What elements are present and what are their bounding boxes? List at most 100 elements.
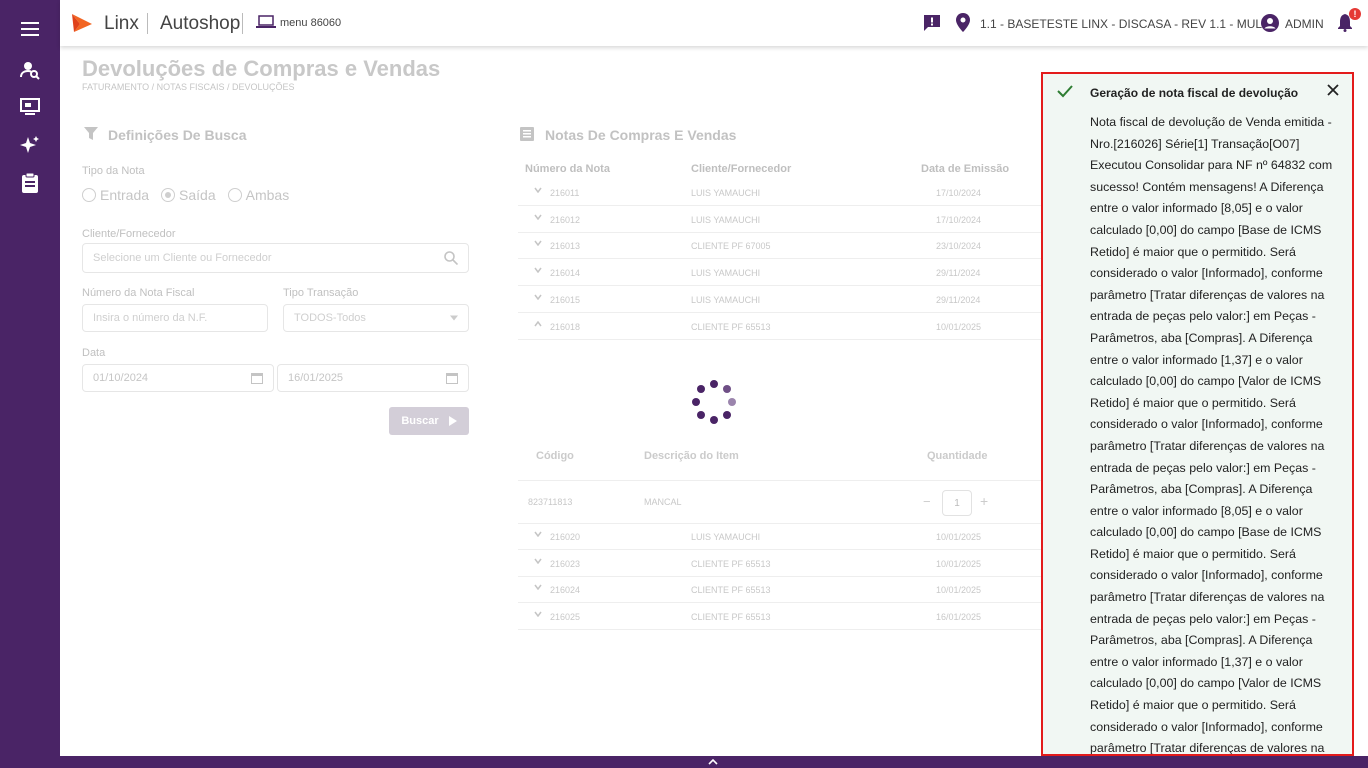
row-cliente: LUIS YAMAUCHI (691, 268, 761, 279)
row-numero: 216018 (550, 321, 581, 332)
row-data: 16/01/2025 (936, 612, 982, 623)
row-numero: 216012 (550, 214, 581, 225)
linx-logo-icon (72, 14, 92, 32)
chevron-down-icon[interactable] (534, 294, 542, 300)
table-row[interactable]: 216023 CLIENTE PF 65513 10/01/2025 (518, 550, 1058, 577)
chevron-down-icon[interactable] (534, 558, 542, 564)
search-icon[interactable] (444, 251, 458, 265)
chevron-down-icon[interactable] (534, 267, 542, 274)
user-search-icon[interactable] (18, 58, 42, 82)
table-row[interactable]: 216011 LUIS YAMAUCHI 17/10/2024 (518, 179, 1058, 206)
table-row[interactable]: 216020 LUIS YAMAUCHI 10/01/2025 (518, 523, 1058, 550)
chevron-up-icon[interactable] (708, 759, 718, 765)
chevron-down-icon[interactable] (534, 214, 542, 220)
row-data: 10/01/2025 (936, 558, 982, 569)
row-cliente: LUIS YAMAUCHI (691, 532, 761, 542)
numero-nota-input[interactable]: Insira o número da N.F. (82, 304, 268, 332)
table-row[interactable]: 216018 CLIENTE PF 65513 10/01/2025 (518, 313, 1058, 340)
table-row[interactable]: 216015 LUIS YAMAUCHI 29/11/2024 (518, 286, 1058, 313)
calendar-icon[interactable] (251, 372, 263, 384)
clipboard-icon[interactable] (18, 171, 42, 195)
sidebar (0, 0, 60, 768)
user-avatar-icon[interactable] (1261, 14, 1279, 32)
user-name[interactable]: ADMIN (1285, 17, 1324, 31)
check-icon (1057, 85, 1073, 98)
table-row[interactable]: 216013 CLIENTE PF 67005 23/10/2024 (518, 232, 1058, 260)
row-data: 10/01/2025 (936, 585, 982, 596)
tipo-transacao-label: Tipo Transação (283, 287, 359, 299)
row-numero: 216011 (550, 188, 580, 198)
table-row[interactable]: 216012 LUIS YAMAUCHI 17/10/2024 (518, 206, 1058, 233)
row-cliente: CLIENTE PF 67005 (691, 241, 771, 252)
row-cliente: LUIS YAMAUCHI (691, 188, 761, 198)
radio-ambas[interactable]: Ambas (227, 187, 289, 203)
notification-badge: ! (1349, 8, 1361, 20)
item-col-descricao: Descrição do Item (644, 450, 739, 462)
buscar-button[interactable]: Buscar (389, 407, 469, 435)
minus-icon[interactable]: − (923, 494, 931, 509)
row-cliente: LUIS YAMAUCHI (691, 214, 761, 225)
cliente-input[interactable]: Selecione um Cliente ou Fornecedor (82, 243, 469, 273)
tipo-transacao-select[interactable]: TODOS-Todos (283, 304, 469, 332)
chevron-down-icon[interactable] (534, 531, 542, 537)
item-col-quantidade: Quantidade (927, 450, 988, 462)
row-data: 17/10/2024 (936, 188, 982, 198)
row-data: 23/10/2024 (936, 241, 982, 252)
laptop-icon (256, 15, 276, 28)
cliente-label: Cliente/Fornecedor (82, 228, 176, 240)
table-row[interactable]: 216014 LUIS YAMAUCHI 29/11/2024 (518, 259, 1058, 287)
chevron-down-icon (450, 315, 458, 321)
row-numero: 216025 (550, 612, 581, 623)
row-cliente: CLIENTE PF 65513 (691, 585, 771, 596)
chevron-down-icon[interactable] (534, 187, 542, 193)
item-col-codigo: Código (536, 450, 574, 462)
date-from-input[interactable]: 01/10/2024 (82, 364, 274, 392)
close-icon[interactable] (1325, 82, 1341, 98)
toast-title: Geração de nota fiscal de devolução (1090, 86, 1299, 100)
row-numero: 216013 (550, 241, 581, 252)
monitor-icon[interactable] (18, 95, 42, 119)
row-data: 29/11/2024 (936, 294, 981, 305)
row-data: 10/01/2025 (936, 321, 982, 332)
bottom-bar (60, 756, 1368, 768)
row-numero: 216020 (550, 532, 581, 542)
loading-spinner-icon (692, 380, 736, 424)
row-data: 10/01/2025 (936, 532, 982, 542)
date-to-input[interactable]: 16/01/2025 (277, 364, 469, 392)
breadcrumb: FATURAMENTO / NOTAS FISCAIS / DEVOLUÇÕES (82, 82, 295, 92)
data-label: Data (82, 347, 106, 359)
tipo-nota-label: Tipo da Nota (82, 165, 145, 177)
toast-message: Nota fiscal de devolução de Venda emitid… (1090, 115, 1333, 756)
store-selector[interactable]: 1.1 - BASETESTE LINX - DISCASA - REV 1.1… (980, 17, 1269, 31)
radio-entrada[interactable]: Entrada (82, 187, 149, 203)
header-divider (242, 13, 243, 34)
calendar-icon[interactable] (446, 372, 458, 384)
chevron-down-icon[interactable] (534, 240, 542, 247)
plus-icon[interactable]: + (980, 493, 988, 509)
brand-name: Linx (104, 13, 139, 34)
row-cliente: CLIENTE PF 65513 (691, 558, 771, 569)
feedback-icon[interactable] (923, 14, 941, 32)
table-row[interactable]: 216024 CLIENTE PF 65513 10/01/2025 (518, 576, 1058, 604)
row-numero: 216015 (550, 294, 581, 305)
item-codigo: 823711813 (528, 497, 573, 507)
quantity-stepper[interactable]: 1 (942, 490, 972, 516)
success-toast: Geração de nota fiscal de devolução Nota… (1041, 72, 1354, 756)
col-data: Data de Emissão (921, 163, 1010, 175)
chevron-down-icon[interactable] (534, 611, 542, 618)
top-header: Linx Autoshop menu 86060 1.1 - BASETESTE… (60, 0, 1368, 46)
radio-saida[interactable]: Saída (161, 187, 216, 203)
row-data: 29/11/2024 (936, 268, 981, 279)
item-descricao: MANCAL (644, 497, 682, 507)
chevron-up-icon[interactable] (534, 320, 542, 327)
header-divider (147, 13, 148, 34)
menu-icon[interactable] (18, 17, 42, 41)
row-cliente: CLIENTE PF 65513 (691, 612, 771, 623)
numero-nota-label: Número da Nota Fiscal (82, 287, 195, 299)
menu-code: menu 86060 (280, 17, 342, 29)
row-numero: 216014 (550, 268, 581, 279)
table-row[interactable]: 216025 CLIENTE PF 65513 16/01/2025 (518, 603, 1058, 631)
sparkle-icon[interactable] (18, 133, 42, 157)
row-numero: 216024 (550, 585, 581, 596)
chevron-down-icon[interactable] (534, 584, 542, 591)
